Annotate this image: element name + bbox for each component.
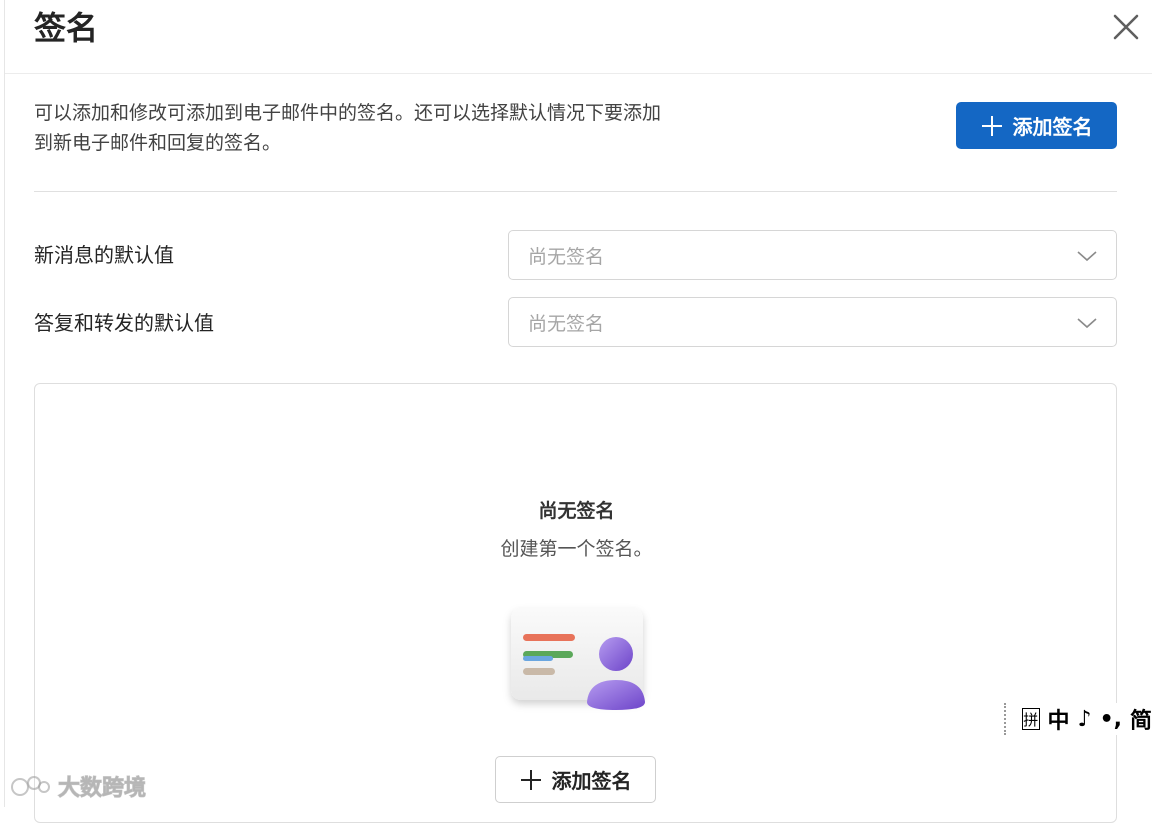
watermark-text: 大数跨境 (57, 776, 147, 802)
empty-state-add-signature-button[interactable]: 添加签名 (495, 756, 656, 803)
ime-punctuation-toggle[interactable]: •, (1100, 707, 1122, 732)
watermark: 大数跨境 (10, 770, 147, 802)
dialog-header: 签名 (5, 0, 1152, 74)
chevron-down-icon (1077, 318, 1097, 329)
chevron-down-icon (1077, 251, 1097, 262)
empty-state-title: 尚无签名 (538, 500, 615, 522)
dropdown-value: 尚无签名 (528, 313, 605, 335)
ime-simplified-toggle[interactable]: 简 (1130, 703, 1152, 735)
signature-settings-panel: 签名 可以添加和修改可添加到电子邮件中的签名。还可以选择默认情况下要添加到新电子… (4, 0, 1152, 823)
plus-icon (520, 769, 541, 790)
dialog-title: 签名 (34, 9, 99, 47)
plus-icon (981, 115, 1002, 136)
close-button[interactable] (1109, 10, 1143, 44)
add-signature-button[interactable]: 添加签名 (956, 102, 1117, 149)
new-message-default-label: 新消息的默认值 (34, 243, 174, 267)
close-icon (1113, 14, 1139, 40)
ime-toolbar[interactable]: 拼 中 ♪ •, 简 (1004, 703, 1152, 735)
reply-forward-default-label: 答复和转发的默认值 (34, 311, 214, 335)
ime-language-toggle[interactable]: 中 (1048, 703, 1070, 735)
ime-mode-toggle[interactable]: 拼 (1022, 708, 1040, 730)
empty-state-add-label: 添加签名 (551, 769, 632, 793)
empty-state-subtitle: 创建第一个签名。 (500, 538, 653, 560)
dropdown-value: 尚无签名 (528, 246, 605, 268)
watermark-logo-icon (11, 776, 50, 796)
intro-text: 可以添加和修改可添加到电子邮件中的签名。还可以选择默认情况下要添加到新电子邮件和… (34, 102, 662, 154)
signatures-empty-card: 尚无签名 创建第一个签名。 添加签名 (34, 383, 1117, 823)
new-message-signature-dropdown[interactable]: 尚无签名 (508, 230, 1117, 280)
ime-moon-icon[interactable]: ♪ (1078, 707, 1092, 732)
signature-card-illustration (511, 608, 645, 710)
add-signature-label: 添加签名 (1012, 115, 1093, 139)
divider (34, 191, 1117, 192)
reply-forward-signature-dropdown[interactable]: 尚无签名 (508, 297, 1117, 347)
